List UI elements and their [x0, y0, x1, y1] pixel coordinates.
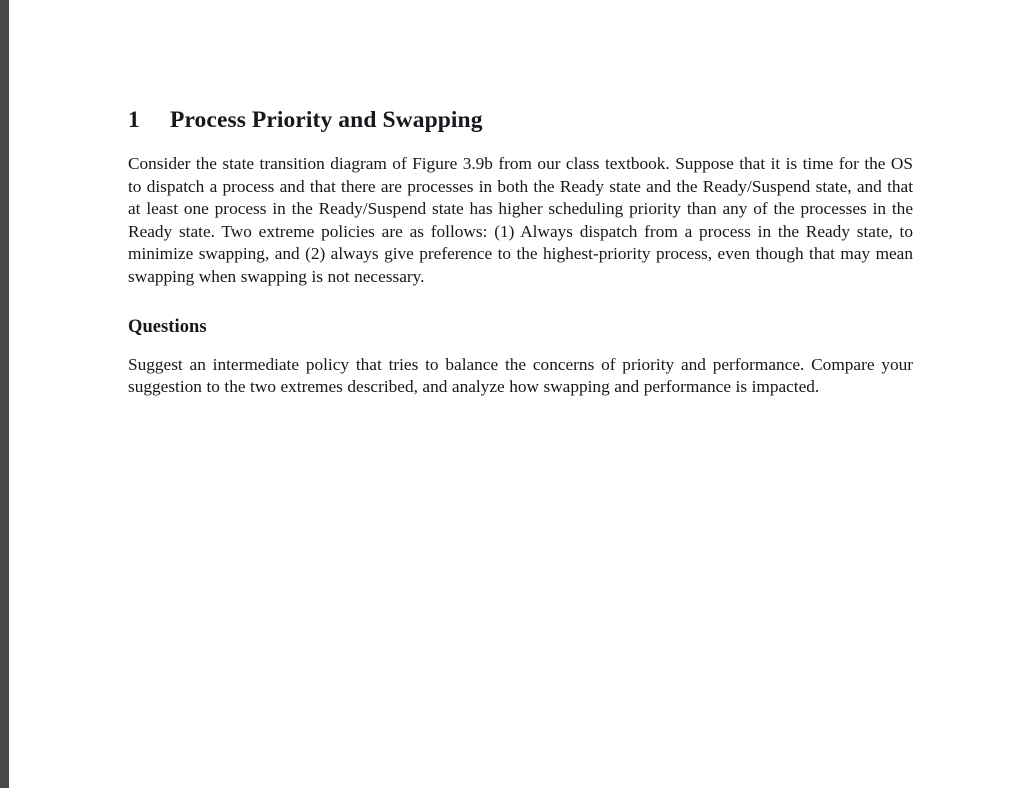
subsection-heading-questions: Questions: [128, 316, 207, 337]
section-heading: 1 Process Priority and Swapping: [128, 0, 913, 134]
questions-paragraph: Suggest an intermediate policy that trie…: [128, 354, 913, 397]
viewer-left-gutter: [0, 0, 9, 788]
section-paragraph: Consider the state transition diagram of…: [128, 154, 913, 286]
document-content: 1 Process Priority and Swapping Consider…: [128, 0, 913, 399]
document-page: 1 Process Priority and Swapping Consider…: [9, 0, 1022, 788]
section-number: 1: [128, 107, 140, 133]
section-title: Process Priority and Swapping: [170, 107, 483, 133]
